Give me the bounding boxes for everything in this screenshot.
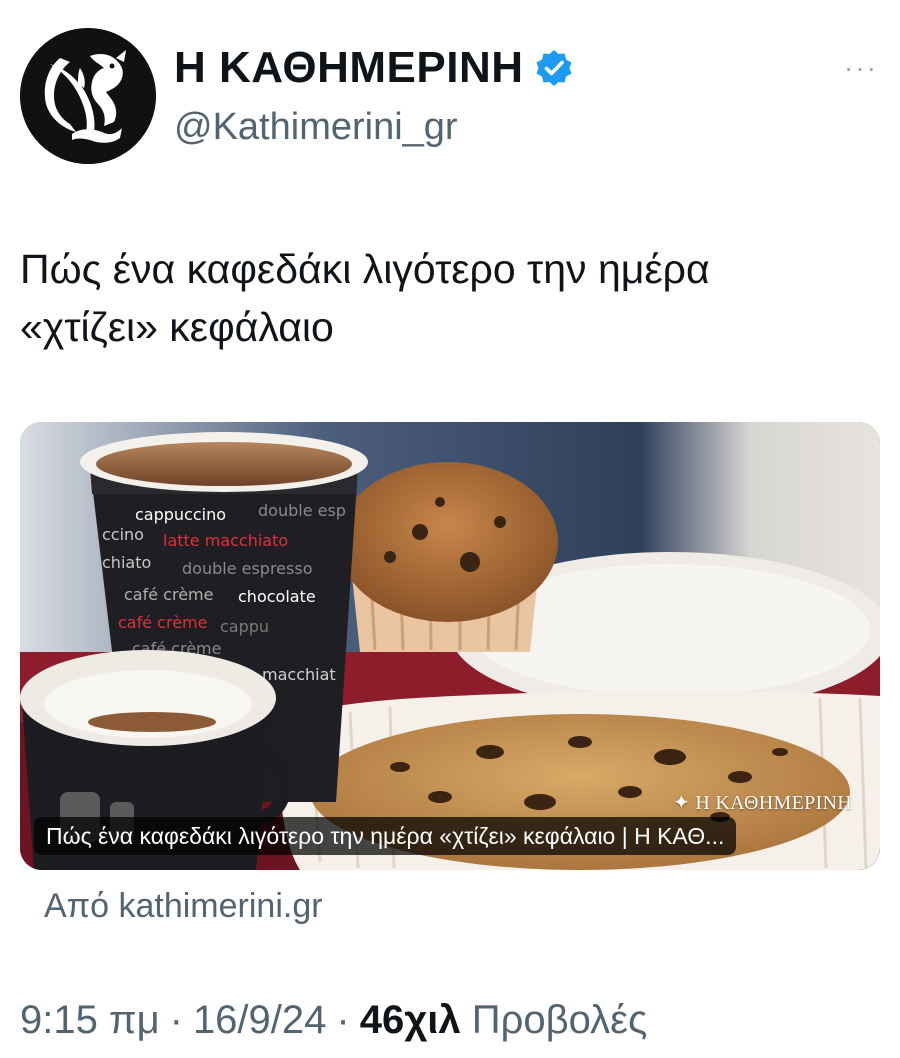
cup-word: double esp (258, 501, 346, 520)
tweet-meta: 9:15 πμ · 16/9/24 · 46χιλ Προβολές (20, 994, 647, 1046)
cup-word: café crème (124, 585, 213, 604)
card-watermark-text: Η ΚΑΘΗΜΕΡΙΝΗ (695, 792, 852, 814)
cup-word: ccino (102, 525, 144, 544)
link-card[interactable]: cappuccino double esp ccino latte macchi… (20, 422, 880, 870)
cup-word: latte macchiato (163, 531, 288, 550)
cup-word: macchiat (262, 665, 336, 684)
tweet-text-line-2: «χτίζει» κεφάλαιο (20, 304, 334, 350)
cup-word: café crème (118, 613, 207, 632)
views-label: Προβολές (471, 998, 648, 1042)
griffin-mini-icon: ✦ (672, 792, 691, 814)
tweet-time[interactable]: 9:15 πμ (20, 998, 160, 1042)
griffin-logo-icon (20, 28, 156, 164)
tweet-text: Πώς ένα καφεδάκι λιγότερο την ημέρα «χτί… (20, 240, 880, 356)
cup-word: chiato (102, 553, 151, 572)
card-watermark: ✦ Η ΚΑΘΗΜΕΡΙΝΗ (673, 790, 852, 815)
cup-word: cappuccino (135, 505, 226, 524)
cup-word: chocolate (238, 587, 316, 606)
tweet-header: Η ΚΑΘΗΜΕΡΙΝΗ @Kathimerini_gr ··· (20, 28, 880, 168)
tweet-date[interactable]: 16/9/24 (193, 998, 326, 1042)
author-display-name[interactable]: Η ΚΑΘΗΜΕΡΙΝΗ (174, 42, 524, 94)
name-row: Η ΚΑΘΗΜΕΡΙΝΗ (174, 42, 574, 94)
card-source-link[interactable]: Από kathimerini.gr (44, 884, 323, 928)
meta-separator: · (336, 998, 350, 1042)
avatar[interactable] (20, 28, 156, 164)
author-handle[interactable]: @Kathimerini_gr (174, 104, 458, 150)
views-count: 46χιλ (359, 998, 461, 1042)
more-options-icon[interactable]: ··· (844, 54, 878, 82)
meta-separator: · (169, 998, 183, 1042)
cup-word: cappu (220, 617, 269, 636)
card-caption[interactable]: Πώς ένα καφεδάκι λιγότερο την ημέρα «χτί… (34, 817, 737, 855)
verified-badge-icon (536, 50, 571, 86)
tweet-text-line-1: Πώς ένα καφεδάκι λιγότερο την ημέρα (20, 246, 710, 292)
cup-word: double espresso (182, 559, 312, 578)
